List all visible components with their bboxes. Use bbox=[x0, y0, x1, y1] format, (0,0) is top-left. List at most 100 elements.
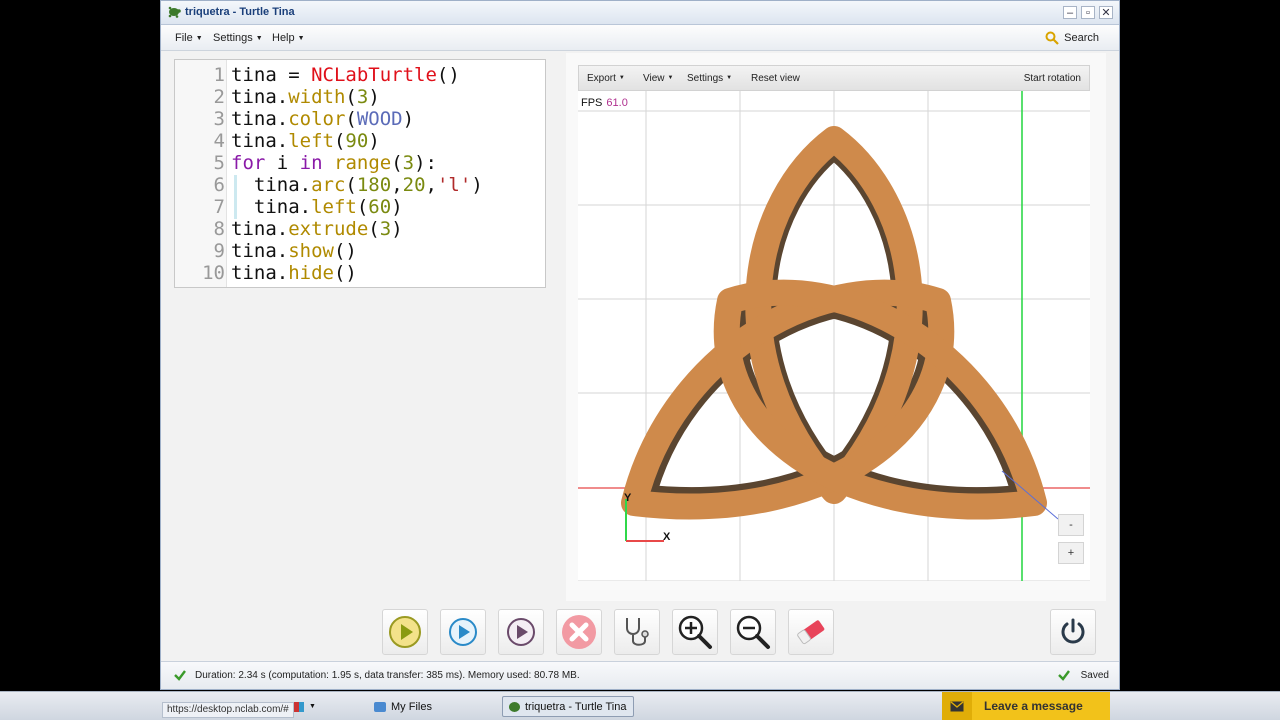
code-line[interactable]: 9 tina.show() bbox=[175, 240, 545, 262]
code-text: tina.arc(180,20,'l') bbox=[231, 174, 483, 196]
leave-message-label: Leave a message bbox=[984, 699, 1083, 713]
leave-message-button[interactable]: Leave a message bbox=[942, 692, 1110, 720]
chevron-down-icon: ▼ bbox=[667, 75, 674, 82]
help-menu-label: Help bbox=[272, 32, 295, 44]
viewer-toolbar: Export ▼ View ▼ Settings ▼ Reset view Start… bbox=[578, 65, 1090, 91]
zoom-out-control[interactable]: - bbox=[1058, 514, 1084, 536]
my-files-label: My Files bbox=[391, 700, 432, 713]
chevron-down-icon: ▼ bbox=[726, 75, 733, 82]
app-window: triquetra - Turtle Tina – ▫ ✕ File ▼ Sett… bbox=[160, 0, 1120, 690]
maximize-button[interactable]: ▫ bbox=[1081, 6, 1095, 19]
chevron-down-icon: ▼ bbox=[297, 34, 305, 42]
turtle-icon bbox=[509, 701, 520, 712]
code-text: tina.left(60) bbox=[231, 196, 403, 218]
code-line[interactable]: 10 tina.hide() bbox=[175, 262, 545, 284]
search-icon bbox=[1045, 31, 1059, 45]
code-text: tina = NCLabTurtle() bbox=[231, 64, 460, 86]
debug-play-icon bbox=[507, 618, 535, 646]
debug-play-button[interactable] bbox=[498, 609, 544, 655]
viewer-settings-label: Settings bbox=[687, 73, 724, 84]
search-button[interactable]: Search bbox=[1045, 31, 1099, 45]
export-menu[interactable]: Export ▼ bbox=[587, 73, 625, 84]
start-rotation-button[interactable]: Start rotation bbox=[1024, 73, 1081, 84]
step-play-icon bbox=[449, 618, 477, 646]
active-window-label: triquetra - Turtle Tina bbox=[525, 700, 627, 713]
play-button[interactable] bbox=[382, 609, 428, 655]
close-button[interactable]: ✕ bbox=[1099, 6, 1113, 19]
scene-graphics: Y X bbox=[578, 91, 1090, 581]
title-bar: triquetra - Turtle Tina – ▫ ✕ bbox=[161, 1, 1119, 25]
code-text: for i in range(3): bbox=[231, 152, 437, 174]
code-text: tina.left(90) bbox=[231, 130, 380, 152]
power-button[interactable] bbox=[1050, 609, 1096, 655]
code-line[interactable]: 2 tina.width(3) bbox=[175, 86, 545, 108]
code-text: tina.extrude(3) bbox=[231, 218, 403, 240]
play-icon bbox=[389, 616, 421, 648]
line-number: 3 bbox=[213, 108, 225, 130]
code-text: tina.width(3) bbox=[231, 86, 380, 108]
status-message: Duration: 2.34 s (computation: 1.95 s, d… bbox=[195, 670, 580, 681]
zoom-in-button[interactable] bbox=[672, 609, 718, 655]
line-number: 9 bbox=[213, 240, 225, 262]
stop-button[interactable] bbox=[556, 609, 602, 655]
reset-view-button[interactable]: Reset view bbox=[751, 73, 800, 84]
url-tooltip: https://desktop.nclab.com/# bbox=[162, 702, 294, 718]
zoom-out-button[interactable] bbox=[730, 609, 776, 655]
step-button[interactable] bbox=[440, 609, 486, 655]
code-line[interactable]: 6 tina.arc(180,20,'l') bbox=[175, 174, 545, 196]
checkmark-icon bbox=[174, 670, 186, 681]
line-number: 10 bbox=[202, 262, 225, 284]
files-icon bbox=[374, 701, 386, 712]
action-toolbar bbox=[161, 603, 1119, 661]
taskbar-my-files[interactable]: My Files bbox=[368, 696, 438, 717]
export-label: Export bbox=[587, 73, 616, 84]
line-number: 7 bbox=[213, 196, 225, 218]
line-number: 8 bbox=[213, 218, 225, 240]
view-label: View bbox=[643, 73, 665, 84]
stethoscope-icon bbox=[626, 618, 649, 646]
code-line[interactable]: 1 tina = NCLabTurtle() bbox=[175, 64, 545, 86]
clear-button[interactable] bbox=[788, 609, 834, 655]
line-number: 1 bbox=[213, 64, 225, 86]
line-number: 6 bbox=[213, 174, 225, 196]
window-title: triquetra - Turtle Tina bbox=[185, 6, 295, 18]
chevron-down-icon: ▼ bbox=[309, 703, 316, 710]
settings-menu[interactable]: Settings ▼ bbox=[213, 32, 263, 44]
code-editor[interactable]: 1 tina = NCLabTurtle() 2 tina.width(3) 3 ti… bbox=[174, 59, 546, 288]
zoom-in-icon bbox=[678, 615, 712, 649]
minimize-button[interactable]: – bbox=[1063, 6, 1077, 19]
search-label: Search bbox=[1064, 32, 1099, 44]
code-text: tina.show() bbox=[231, 240, 357, 262]
zoom-in-control[interactable]: + bbox=[1058, 542, 1084, 564]
help-menu[interactable]: Help ▼ bbox=[272, 32, 305, 44]
3d-scene-canvas[interactable]: Y X FPS 61.0 - + bbox=[578, 91, 1090, 581]
3d-viewer-panel: Export ▼ View ▼ Settings ▼ Reset view Start… bbox=[566, 53, 1106, 601]
x-axis-label: X bbox=[663, 531, 671, 543]
status-bar: Duration: 2.34 s (computation: 1.95 s, d… bbox=[161, 661, 1119, 689]
code-line[interactable]: 4 tina.left(90) bbox=[175, 130, 545, 152]
code-line[interactable]: 3 tina.color(WOOD) bbox=[175, 108, 545, 130]
code-line[interactable]: 8 tina.extrude(3) bbox=[175, 218, 545, 240]
turtle-logo-icon bbox=[167, 5, 181, 24]
line-number: 4 bbox=[213, 130, 225, 152]
y-axis-label: Y bbox=[624, 492, 632, 504]
taskbar-active-window[interactable]: triquetra - Turtle Tina bbox=[502, 696, 634, 717]
settings-menu-label: Settings bbox=[213, 32, 253, 44]
grid-icon bbox=[294, 701, 304, 712]
fps-value: 61.0 bbox=[606, 97, 628, 109]
diagnose-button[interactable] bbox=[614, 609, 660, 655]
code-text: tina.hide() bbox=[231, 262, 357, 284]
line-number: 5 bbox=[213, 152, 225, 174]
eraser-icon bbox=[797, 620, 825, 645]
envelope-icon bbox=[942, 692, 972, 720]
code-line[interactable]: 7 tina.left(60) bbox=[175, 196, 545, 218]
view-menu[interactable]: View ▼ bbox=[643, 73, 673, 84]
fps-label: FPS bbox=[581, 97, 603, 109]
chevron-down-icon: ▼ bbox=[618, 75, 625, 82]
code-line[interactable]: 5 for i in range(3): bbox=[175, 152, 545, 174]
file-menu[interactable]: File ▼ bbox=[175, 32, 203, 44]
saved-checkmark-icon bbox=[1058, 670, 1070, 681]
viewer-settings-menu[interactable]: Settings ▼ bbox=[687, 73, 732, 84]
line-number: 2 bbox=[213, 86, 225, 108]
file-menu-label: File bbox=[175, 32, 193, 44]
